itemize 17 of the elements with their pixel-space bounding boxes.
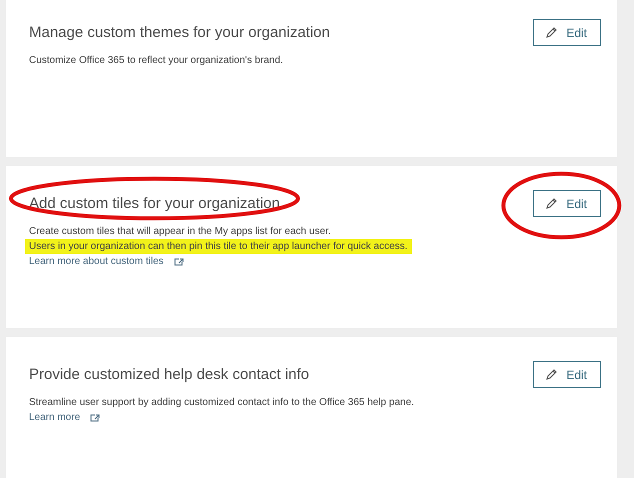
edit-button[interactable]: Edit [533, 19, 601, 46]
description-text: Create custom tiles that will appear in the My apps list for each user. [29, 225, 331, 239]
pencil-icon [545, 368, 558, 381]
learn-more-link[interactable]: Learn more about custom tiles [29, 254, 164, 269]
description-text: Customize Office 365 to reflect your organization's brand. [29, 54, 284, 68]
learn-more-link[interactable]: Learn more [29, 410, 80, 425]
description-text: Streamline user support by adding customized contact info to the Office 365 help pane. [29, 396, 414, 410]
external-link-icon [174, 258, 184, 266]
description-text: Users in your organization can then pin this tile to their app launcher for quick access. [25, 239, 412, 254]
card-title: Manage custom themes for your organization [29, 24, 330, 41]
pencil-icon [545, 197, 558, 210]
external-link-icon [90, 414, 100, 422]
edit-button[interactable]: Edit [533, 361, 601, 388]
pencil-icon [545, 26, 558, 39]
card-title: Add custom tiles for your organization [29, 195, 280, 212]
edit-button[interactable]: Edit [533, 190, 601, 217]
card-title: Provide customized help desk contact info [29, 366, 310, 383]
